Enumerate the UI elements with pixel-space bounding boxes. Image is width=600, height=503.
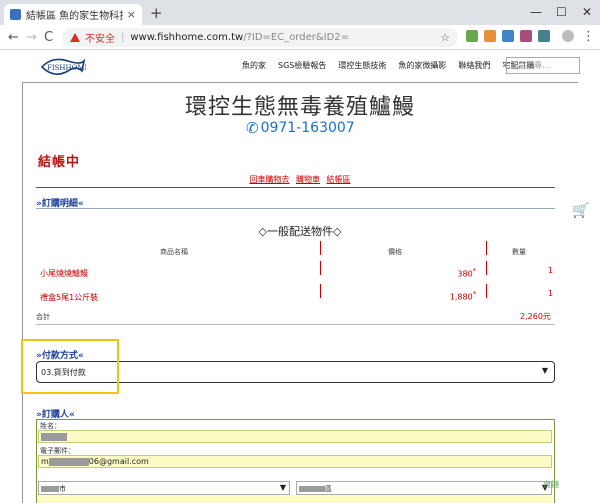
district-select[interactable]: 區 ▼ <box>296 481 552 495</box>
item-price: 380* <box>457 267 476 279</box>
url-path: /?ID=EC_order&ID2= <box>243 32 350 43</box>
browser-toolbar: ← → C 不安全 | www.fishhome.com.tw/?ID=EC_o… <box>0 25 600 50</box>
minimize-button[interactable]: — <box>530 3 542 21</box>
breadcrumb-continue-shopping[interactable]: 回車購物去 <box>249 175 289 184</box>
left-border <box>22 82 23 503</box>
url-separator: | <box>121 32 125 43</box>
phone-icon: ✆ <box>246 119 259 137</box>
section-divider <box>36 187 555 188</box>
annotation-highlight-box <box>21 339 119 394</box>
address-bar[interactable]: 不安全 | www.fishhome.com.tw/?ID=EC_order&I… <box>62 28 458 47</box>
chevron-down-icon: ▼ <box>541 366 548 375</box>
favicon-icon <box>10 9 21 20</box>
reload-button[interactable]: C <box>44 29 53 46</box>
item-name[interactable]: 小尾燒燒鱸鰻 <box>40 268 88 279</box>
breadcrumb: 回車購物去 購物車 結帳區 <box>0 174 600 185</box>
extension-icon[interactable] <box>520 30 532 42</box>
browser-tab-bar: 結帳區 魚的家生物科技無毒養殖 × + — ☐ ✕ <box>0 0 600 25</box>
profile-avatar[interactable] <box>562 30 574 42</box>
extension-icon[interactable] <box>502 30 514 42</box>
chevron-down-icon: ▼ <box>279 483 286 492</box>
url-host: www.fishhome.com.tw <box>130 32 244 43</box>
item-qty: 1 <box>548 289 554 298</box>
security-label[interactable]: 不安全 <box>85 30 115 45</box>
name-field[interactable] <box>38 430 552 443</box>
phone-text: 0971-163007 <box>260 120 355 136</box>
new-tab-button[interactable]: + <box>150 4 163 22</box>
column-header-qty: 數量 <box>512 248 526 256</box>
redacted-text <box>299 486 325 492</box>
address-row <box>38 495 552 503</box>
phone-number[interactable]: ✆ 0971-163007 <box>246 119 355 137</box>
total-divider <box>36 324 555 325</box>
column-header-product: 商品名稱 <box>160 248 188 256</box>
close-window-button[interactable]: ✕ <box>582 3 592 21</box>
header-divider <box>22 82 578 83</box>
menu-item-eco-tech[interactable]: 環控生態技術 <box>338 60 386 71</box>
product-search-input[interactable]: 商品搜尋... <box>506 57 580 74</box>
column-divider <box>320 241 321 255</box>
bookmark-star-icon[interactable]: ☆ <box>440 31 450 44</box>
shipping-group-title: ◇一般配送物件◇ <box>258 225 342 238</box>
warning-icon <box>70 33 80 42</box>
redacted-text <box>41 432 67 441</box>
city-select[interactable]: 市 ▼ <box>38 481 290 495</box>
email-field[interactable]: m 06@gmail.com <box>38 455 552 468</box>
breadcrumb-checkout[interactable]: 結帳區 <box>327 175 351 184</box>
column-divider <box>320 284 321 298</box>
breadcrumb-cart[interactable]: 購物車 <box>296 175 320 184</box>
item-qty: 1 <box>548 266 554 275</box>
svg-text:FISHHOME: FISHHOME <box>47 64 86 72</box>
menu-item-fishhome[interactable]: 魚的家 <box>242 60 266 71</box>
tab-title: 結帳區 魚的家生物科技無毒養殖 <box>26 11 123 22</box>
section-underline <box>36 208 555 209</box>
menu-item-sgs[interactable]: SGS檢驗報告 <box>278 60 326 71</box>
menu-kebab-icon[interactable]: ⋮ <box>582 28 595 45</box>
cart-icon[interactable]: 🛒 <box>572 203 589 219</box>
column-divider <box>486 284 487 298</box>
column-divider <box>486 241 487 255</box>
browser-tab[interactable]: 結帳區 魚的家生物科技無毒養殖 × <box>4 4 142 25</box>
total-value: 2,260元 <box>520 312 551 321</box>
column-divider <box>486 261 487 275</box>
page-title: 環控生態無毒養殖鱸鰻 <box>184 95 415 120</box>
column-divider <box>320 261 321 275</box>
maximize-button[interactable]: ☐ <box>556 3 567 21</box>
extension-icon[interactable] <box>466 30 478 42</box>
redacted-text <box>41 486 59 492</box>
item-name[interactable]: 禮盒5尾1公斤裝 <box>40 292 98 303</box>
total-label: 合計 <box>36 313 50 321</box>
redacted-text <box>48 457 89 466</box>
extension-icon[interactable] <box>538 30 550 42</box>
url-text[interactable]: www.fishhome.com.tw/?ID=EC_order&ID2= <box>130 32 349 43</box>
back-button[interactable]: ← <box>8 29 19 46</box>
menu-item-contact[interactable]: 聯絡我們 <box>458 60 490 71</box>
extension-icon[interactable] <box>484 30 496 42</box>
watermark-logo: 貞鏈 <box>543 480 559 489</box>
web-page: FISHHOME 魚的家 SGS檢驗報告 環控生態技術 魚的家微攝影 聯絡我們 … <box>0 51 600 503</box>
tab-close-icon[interactable]: × <box>127 8 136 21</box>
site-menu: 魚的家 SGS檢驗報告 環控生態技術 魚的家微攝影 聯絡我們 宅配訂購 <box>242 60 534 71</box>
site-header: FISHHOME 魚的家 SGS檢驗報告 環控生態技術 魚的家微攝影 聯絡我們 … <box>0 51 600 81</box>
site-logo[interactable]: FISHHOME <box>38 53 86 81</box>
item-price: 1,880* <box>449 290 476 302</box>
menu-item-photo[interactable]: 魚的家微攝影 <box>398 60 446 71</box>
column-header-price: 價格 <box>388 248 402 256</box>
checkout-heading: 結帳中 <box>38 155 81 170</box>
forward-button[interactable]: → <box>26 29 37 46</box>
